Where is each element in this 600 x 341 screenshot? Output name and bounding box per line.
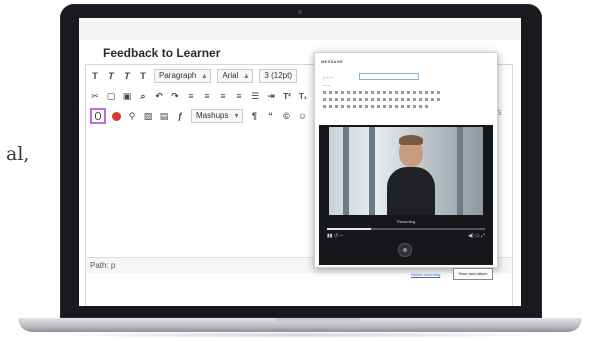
cut-icon[interactable]: ✂	[90, 91, 100, 102]
mashups-select-value: Mashups	[196, 111, 229, 120]
undo-icon[interactable]: ↶	[154, 91, 164, 102]
paste-icon[interactable]: ▣	[122, 91, 132, 102]
laptop-base	[18, 318, 582, 332]
presenter-hair	[399, 135, 423, 145]
delete-recording-link[interactable]: Delete recording	[411, 272, 440, 277]
superscript-button[interactable]: T²	[282, 92, 292, 101]
size-select[interactable]: 3 (12pt)	[259, 69, 297, 83]
formula-icon[interactable]: ƒ	[175, 111, 185, 121]
side-caption: al,	[6, 143, 30, 165]
redo-icon[interactable]: ↷	[170, 91, 180, 102]
camera-icon	[298, 10, 302, 14]
align-center-icon[interactable]: ≡	[202, 91, 212, 101]
page-title: Feedback to Learner	[103, 46, 221, 60]
modal-toolbar-row-1	[323, 91, 489, 95]
window-frame	[343, 127, 349, 215]
recording-modal: MESSAGE • ─ ─ ─ ─ Recording ▮▮ ↺ ─ ◀) ▭ …	[314, 52, 498, 280]
emoji-icon[interactable]: ☺	[297, 111, 307, 121]
recording-progress-fill	[327, 228, 372, 230]
image-icon[interactable]: ▧	[143, 111, 153, 122]
record-toggle-button[interactable]	[398, 243, 412, 257]
modal-toolbar-row-2	[323, 98, 489, 102]
chevron-down-icon: ▴	[202, 71, 207, 80]
paragraph-select[interactable]: Paragraph ▴	[154, 69, 212, 83]
italic-button[interactable]: T	[106, 71, 116, 81]
top-strip	[79, 18, 521, 40]
playback-controls[interactable]: ▮▮ ↺ ─	[327, 233, 343, 239]
laptop-shadow	[40, 332, 560, 338]
record-dot-icon	[403, 248, 407, 252]
attach-icon[interactable]: ⚲	[127, 111, 137, 122]
find-icon[interactable]: ⌕	[138, 91, 148, 102]
volume-controls[interactable]: ◀) ▭ ⤢	[468, 233, 485, 239]
microphone-icon	[95, 112, 101, 120]
quote-icon[interactable]: “	[265, 111, 275, 121]
copy-icon[interactable]: ▢	[106, 91, 116, 102]
modal-toolbar-row-3	[323, 105, 489, 109]
laptop-notch	[276, 318, 360, 323]
video-recorder[interactable]: Recording ▮▮ ↺ ─ ◀) ▭ ⤢	[319, 125, 493, 265]
laptop-screen: Feedback to Learner T T T T Paragraph ▴ …	[79, 18, 521, 306]
modal-field-label: • ─ ─	[323, 75, 333, 80]
font-select[interactable]: Arial ▴	[217, 69, 254, 83]
save-and-attach-button[interactable]: Save and attach	[453, 268, 493, 280]
indent-icon[interactable]: ⇥	[266, 91, 276, 102]
list-icon[interactable]: ☰	[250, 91, 260, 102]
font-select-value: Arial	[222, 71, 239, 80]
modal-section-label: ─ ─	[323, 83, 330, 88]
paragraph-select-value: Paragraph	[159, 71, 197, 80]
window-frame	[369, 127, 375, 215]
align-right-icon[interactable]: ≡	[218, 91, 228, 101]
copyright-icon[interactable]: ©	[281, 111, 291, 121]
presenter-figure	[387, 135, 435, 215]
mashups-select[interactable]: Mashups ▾	[191, 109, 244, 123]
size-select-value: 3 (12pt)	[264, 71, 292, 80]
chevron-down-icon: ▴	[244, 71, 249, 80]
window-frame	[457, 127, 463, 215]
align-left-icon[interactable]: ≡	[186, 91, 196, 101]
media-icon[interactable]: ▤	[159, 111, 169, 122]
bold-button[interactable]: T	[90, 71, 100, 81]
recording-status: Recording	[396, 219, 416, 224]
recording-progress[interactable]	[327, 228, 485, 230]
record-feedback-button[interactable]	[90, 108, 106, 124]
modal-title: MESSAGE	[321, 59, 344, 64]
modal-title-input[interactable]	[359, 73, 419, 80]
strikethrough-button[interactable]: T	[138, 71, 148, 81]
presenter-body	[387, 167, 435, 215]
video-preview	[329, 127, 483, 215]
underline-button[interactable]: T	[122, 71, 132, 81]
record-icon[interactable]	[112, 111, 121, 121]
paragraph-mark-icon[interactable]: ¶	[249, 111, 259, 121]
chevron-down-icon: ▾	[234, 111, 239, 120]
subscript-button[interactable]: T₁	[298, 92, 308, 101]
justify-icon[interactable]: ≡	[234, 91, 244, 101]
